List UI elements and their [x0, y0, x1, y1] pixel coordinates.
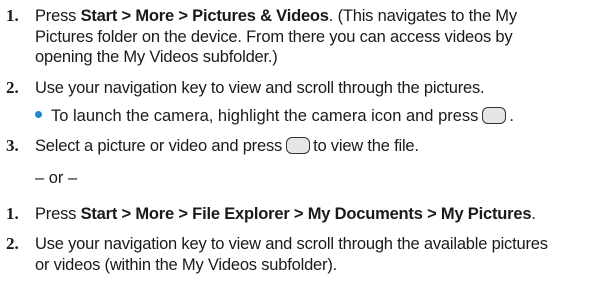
step-prefix: Press — [35, 7, 81, 25]
menu-path: Start > More > Pictures & Videos — [80, 7, 329, 25]
step-suffix: . — [531, 205, 536, 223]
step-text: Press Start > More > File Explorer > My … — [35, 204, 595, 225]
step-text-after: to view the file. — [313, 137, 419, 155]
step-line: or videos (within the My Videos subfolde… — [35, 255, 337, 274]
menu-path: Start > More > File Explorer > My Docume… — [80, 205, 532, 223]
manual-page: 1. Press Start > More > Pictures & Video… — [0, 0, 599, 304]
step-text: Use your navigation key to view and scro… — [35, 234, 595, 275]
step-text-before: Select a picture or video and press — [35, 137, 283, 155]
step-text: Use your navigation key to view and scro… — [35, 79, 485, 97]
step-number: 1. — [6, 6, 19, 25]
tip-period: . — [509, 107, 515, 125]
step-text: Press Start > More > Pictures & Videos. … — [35, 6, 595, 68]
step-number: 2. — [6, 78, 19, 97]
step-number: 2. — [6, 234, 19, 253]
action-key-icon — [482, 107, 507, 124]
step-number: 3. — [6, 136, 19, 155]
step-number: 1. — [6, 204, 19, 223]
step-prefix: Press — [35, 205, 81, 223]
step-suffix: . (This navigates to the My — [328, 7, 517, 25]
bullet-icon — [35, 111, 42, 118]
tip-text: To launch the camera, highlight the came… — [51, 107, 479, 125]
step-line: Use your navigation key to view and scro… — [35, 235, 548, 253]
or-separator: – or – — [35, 169, 78, 187]
action-key-icon — [286, 137, 311, 154]
camera-tip: To launch the camera, highlight the came… — [35, 106, 514, 127]
step-text: Select a picture or video and press to vi… — [35, 136, 595, 157]
step-line: Pictures folder on the device. From ther… — [35, 27, 513, 46]
step-line: opening the My Videos subfolder.) — [35, 48, 278, 66]
